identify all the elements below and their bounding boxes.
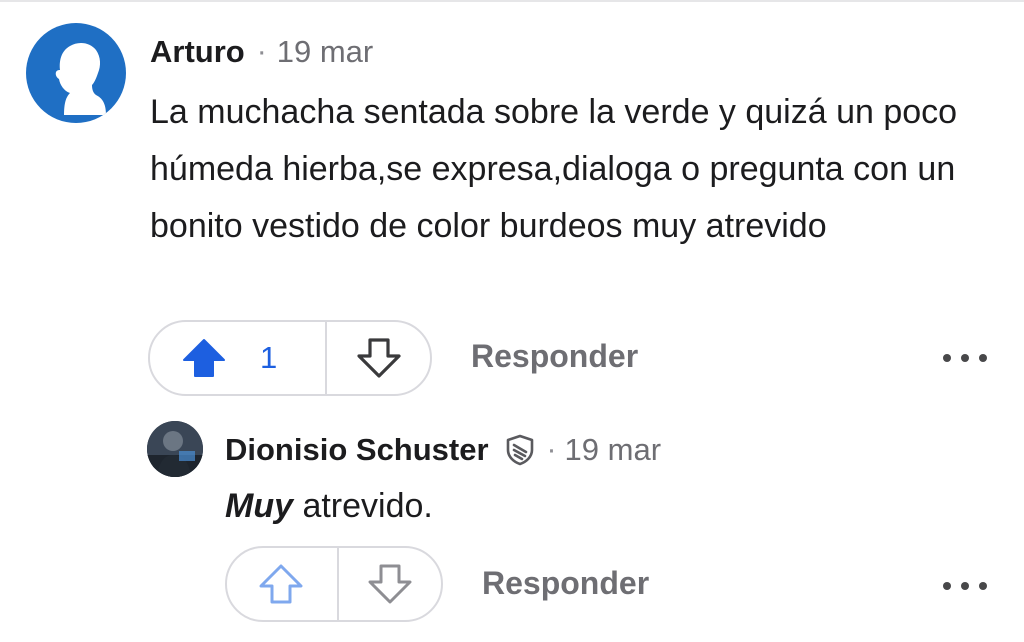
reply-header: Dionisio Schuster · 19 mar: [225, 428, 661, 472]
reply-more-options-icon[interactable]: [943, 576, 987, 596]
reply-downvote-button[interactable]: [339, 548, 441, 620]
comment-header: Arturo · 19 mar: [150, 30, 373, 74]
upvote-button[interactable]: 1: [150, 322, 327, 394]
arrow-up-outline-icon: [259, 564, 303, 604]
arrow-up-filled-icon: [183, 339, 225, 377]
shield-badge-icon: [505, 434, 535, 466]
comment-date: 19 mar: [276, 34, 374, 69]
vote-control: 1: [148, 320, 432, 396]
reply-text-rest: atrevido.: [293, 487, 433, 525]
separator-dot: ·: [256, 35, 267, 68]
reply-upvote-button[interactable]: [227, 548, 339, 620]
downvote-button[interactable]: [327, 322, 430, 394]
arrow-down-outline-icon: [368, 564, 412, 604]
more-options-icon[interactable]: [943, 348, 987, 368]
avatar[interactable]: [26, 23, 126, 123]
reply-button[interactable]: Responder: [471, 338, 638, 375]
top-divider: [0, 0, 1024, 2]
separator-dot: ·: [546, 433, 557, 466]
author-name[interactable]: Arturo: [150, 34, 245, 70]
reply-body: Muy atrevido.: [225, 483, 433, 529]
arrow-down-outline-icon: [356, 338, 401, 378]
vote-count: 1: [260, 340, 278, 375]
comment-body: La muchacha sentada sobre la verde y qui…: [150, 93, 958, 245]
reply-emphasis: Muy: [225, 487, 293, 525]
reply-avatar[interactable]: [147, 421, 203, 477]
user-photo-icon: [147, 421, 203, 477]
reply-vote-control: [225, 546, 443, 622]
reply-date: 19 mar: [564, 432, 662, 467]
user-silhouette-icon: [55, 42, 106, 115]
reply-author-name[interactable]: Dionisio Schuster: [225, 432, 489, 468]
reply-reply-button[interactable]: Responder: [482, 565, 649, 602]
